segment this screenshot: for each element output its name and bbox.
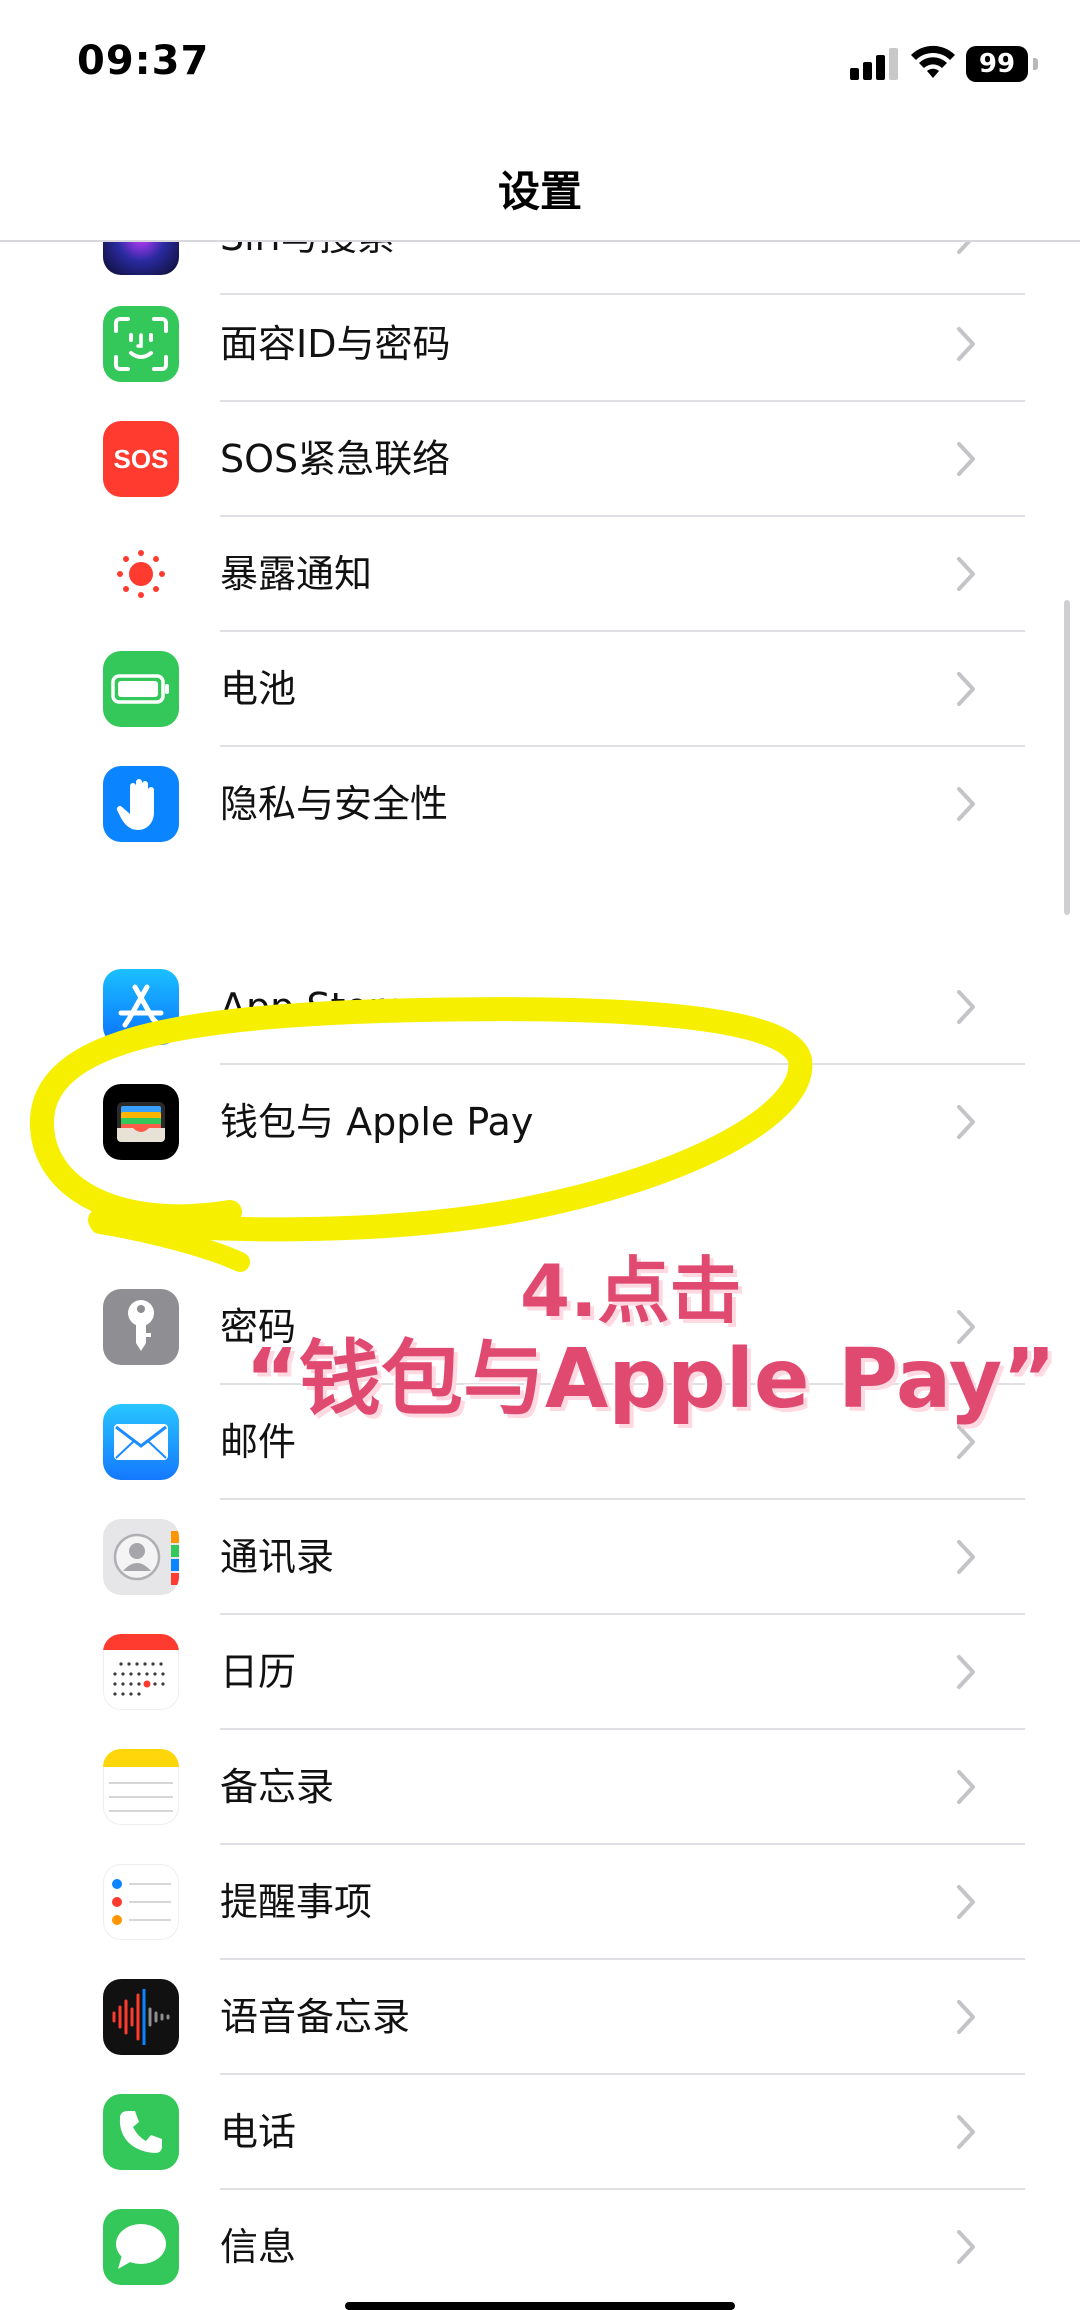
settings-row-wallet[interactable]: 钱包与 Apple Pay	[0, 1065, 1080, 1180]
settings-row-label: 日历	[220, 1650, 297, 1694]
settings-row-label: SOS紧急联络	[220, 437, 451, 481]
calendar-icon	[103, 1634, 179, 1710]
settings-row-sos[interactable]: SOS SOS紧急联络	[0, 402, 1080, 517]
wallet-icon	[103, 1084, 179, 1160]
settings-row-label: 提醒事项	[220, 1880, 373, 1924]
page-title: 设置	[497, 167, 582, 216]
key-icon	[103, 1289, 179, 1365]
chevron-right-icon	[957, 1105, 975, 1139]
settings-row-privacy[interactable]: 隐私与安全性	[0, 747, 1080, 862]
settings-row-label: 电池	[220, 667, 297, 711]
sos-icon: SOS	[103, 421, 179, 497]
chevron-right-icon	[957, 1310, 975, 1344]
settings-row-messages[interactable]: 信息	[0, 2190, 1080, 2305]
chevron-right-icon	[957, 557, 975, 591]
settings-row-label: 电话	[220, 2110, 297, 2154]
settings-row-label: 钱包与 Apple Pay	[220, 1100, 534, 1144]
settings-row-calendar[interactable]: 日历	[0, 1615, 1080, 1730]
settings-row-label: 邮件	[220, 1420, 297, 1464]
settings-row-notes[interactable]: 备忘录	[0, 1730, 1080, 1845]
settings-row-mail[interactable]: 邮件	[0, 1385, 1080, 1500]
settings-row-label: 面容ID与密码	[220, 322, 451, 366]
chevron-right-icon	[957, 442, 975, 476]
settings-row-label: 语音备忘录	[220, 1995, 411, 2039]
settings-row-phone[interactable]: 电话	[0, 2075, 1080, 2190]
navigation-bar: 设置	[0, 130, 1080, 242]
settings-row-battery[interactable]: 电池	[0, 632, 1080, 747]
settings-row-passwords[interactable]: 密码	[0, 1270, 1080, 1385]
mail-icon	[103, 1404, 179, 1480]
chevron-right-icon	[957, 787, 975, 821]
chevron-right-icon	[957, 1655, 975, 1689]
scroll-indicator[interactable]	[1064, 600, 1070, 915]
settings-row-app-store[interactable]: App Store	[0, 950, 1080, 1065]
settings-row-label: 通讯录	[220, 1535, 335, 1579]
home-indicator[interactable]	[345, 2302, 735, 2310]
chevron-right-icon	[957, 990, 975, 1024]
chevron-right-icon	[957, 1540, 975, 1574]
settings-list[interactable]: Siri与搜索 面容ID与密码 SOS SOS紧急联络	[0, 0, 1080, 2310]
settings-row-label: 隐私与安全性	[220, 782, 449, 826]
voice-memos-icon	[103, 1979, 179, 2055]
reminders-icon	[103, 1864, 179, 1940]
settings-row-label: 密码	[220, 1305, 297, 1349]
chevron-right-icon	[957, 2000, 975, 2034]
chevron-right-icon	[957, 2115, 975, 2149]
hand-icon	[103, 766, 179, 842]
settings-row-voice-memos[interactable]: 语音备忘录	[0, 1960, 1080, 2075]
app-store-icon	[103, 969, 179, 1045]
settings-row-exposure[interactable]: 暴露通知	[0, 517, 1080, 632]
settings-row-label: 备忘录	[220, 1765, 335, 1809]
battery-icon	[103, 651, 179, 727]
phone-icon	[103, 2094, 179, 2170]
chevron-right-icon	[957, 1770, 975, 1804]
settings-row-contacts[interactable]: 通讯录	[0, 1500, 1080, 1615]
chevron-right-icon	[957, 327, 975, 361]
chevron-right-icon	[957, 2230, 975, 2264]
exposure-notification-icon	[103, 536, 179, 612]
messages-icon	[103, 2209, 179, 2285]
settings-row-reminders[interactable]: 提醒事项	[0, 1845, 1080, 1960]
settings-row-label: App Store	[220, 985, 407, 1029]
settings-row-label: 信息	[220, 2225, 297, 2269]
settings-row-face-id[interactable]: 面容ID与密码	[0, 287, 1080, 402]
notes-icon	[103, 1749, 179, 1825]
chevron-right-icon	[957, 1885, 975, 1919]
faceid-icon	[103, 306, 179, 382]
contacts-icon	[103, 1519, 179, 1595]
chevron-right-icon	[957, 1425, 975, 1459]
chevron-right-icon	[957, 672, 975, 706]
settings-row-label: 暴露通知	[220, 552, 373, 596]
